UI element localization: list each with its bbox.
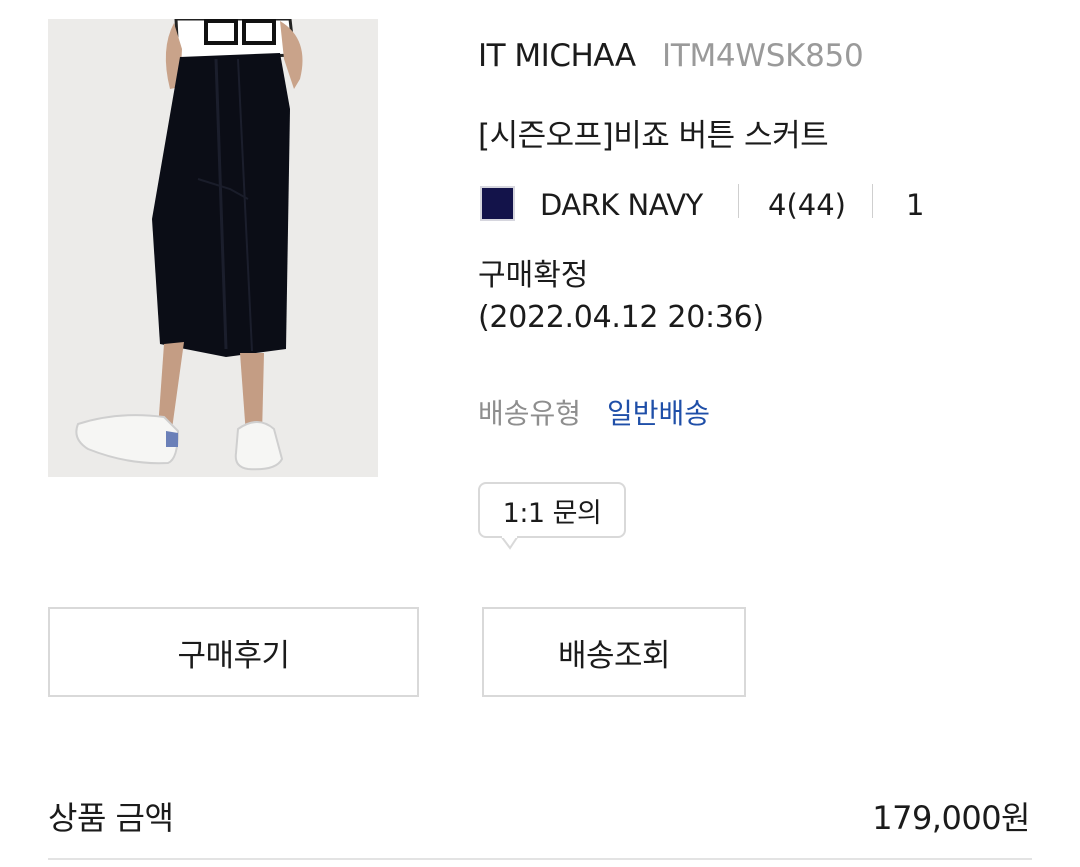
product-amount-label: 상품 금액 [48,799,174,837]
order-status: 구매확정 [478,258,589,293]
color-swatch [480,186,515,221]
option-divider [738,184,739,218]
size-value: 4(44) [768,188,846,222]
divider [48,858,1032,860]
inquiry-button[interactable]: 1:1 문의 [478,482,626,538]
shipping-type-label: 배송유형 [478,397,582,430]
order-status-date: (2022.04.12 20:36) [478,300,764,335]
purchase-review-label: 구매후기 [177,637,290,674]
inquiry-label: 1:1 문의 [502,497,602,529]
product-amount-value: 179,000원 [872,799,1030,837]
delivery-tracking-label: 배송조회 [557,637,671,674]
product-name[interactable]: [시즌오프]비죠 버튼 스커트 [478,110,829,155]
brand-name[interactable]: IT MICHAA [478,38,636,74]
purchase-review-button[interactable]: 구매후기 [48,607,419,697]
option-divider [872,184,873,218]
product-photo-illustration [48,19,378,477]
color-name: DARK NAVY [540,188,703,222]
quantity-value: 1 [906,188,925,222]
delivery-tracking-button[interactable]: 배송조회 [482,607,746,697]
product-code: ITM4WSK850 [662,38,864,74]
speech-bubble-tail-icon [500,536,519,550]
shipping-type-value: 일반배송 [607,397,711,430]
product-image[interactable] [48,19,378,477]
